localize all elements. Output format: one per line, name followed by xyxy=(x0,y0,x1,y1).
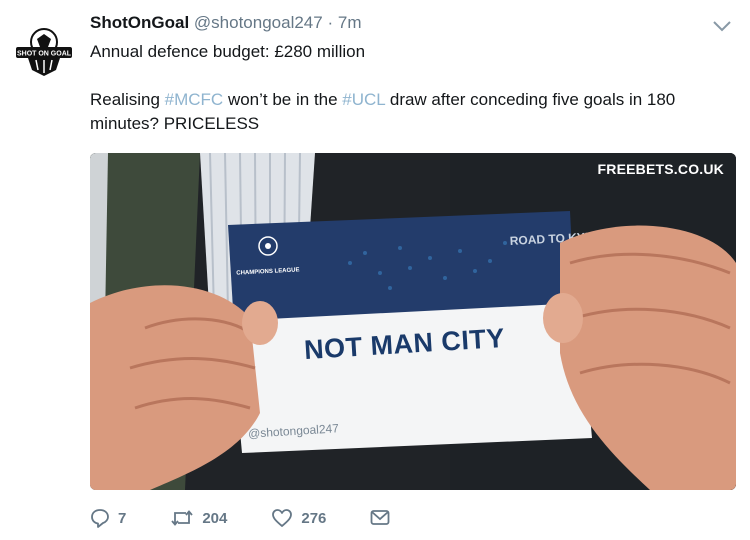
tweet-text: Annual defence budget: £280 million Real… xyxy=(90,40,730,136)
avatar-label: SHOT ON GOAL xyxy=(17,51,72,58)
reply-icon xyxy=(91,509,109,528)
tweet-text-mid: won’t be in the xyxy=(223,90,343,109)
direct-message-button[interactable] xyxy=(370,509,390,527)
tweet-text-line1: Annual defence budget: £280 million xyxy=(90,42,366,61)
like-count: 276 xyxy=(301,509,327,527)
tweet-media-image[interactable]: CHAMPIONS LEAGUE ROAD TO KYIV FREEBETS.C… xyxy=(90,153,736,490)
separator-dot: · xyxy=(327,13,334,32)
tweet-header: ShotOnGoal @shotongoal247 · 7m xyxy=(90,12,361,34)
chevron-down-icon[interactable] xyxy=(710,17,734,35)
reply-count: 7 xyxy=(118,509,127,527)
retweet-button[interactable]: 204 xyxy=(170,508,227,528)
like-button[interactable]: 276 xyxy=(271,508,326,528)
heart-icon xyxy=(272,509,293,527)
tweet-text-paragraph: Realising #MCFC won’t be in the #UCL dra… xyxy=(90,88,730,136)
tweet-time[interactable]: 7m xyxy=(338,13,362,32)
retweet-icon xyxy=(171,510,194,526)
reply-button[interactable]: 7 xyxy=(90,508,126,528)
avatar[interactable]: SHOT ON GOAL xyxy=(14,20,74,80)
tweet-actions: 7 204 276 xyxy=(90,506,434,530)
envelope-icon xyxy=(371,510,390,525)
tweet-text-start: Realising xyxy=(90,90,165,109)
retweet-count: 204 xyxy=(202,509,228,527)
hashtag-ucl[interactable]: #UCL xyxy=(342,90,385,109)
watermark-text: FREEBETS.CO.UK xyxy=(597,161,724,177)
author-name[interactable]: ShotOnGoal xyxy=(90,13,189,32)
hashtag-mcfc[interactable]: #MCFC xyxy=(165,90,224,109)
author-handle[interactable]: @shotongoal247 xyxy=(194,13,323,32)
